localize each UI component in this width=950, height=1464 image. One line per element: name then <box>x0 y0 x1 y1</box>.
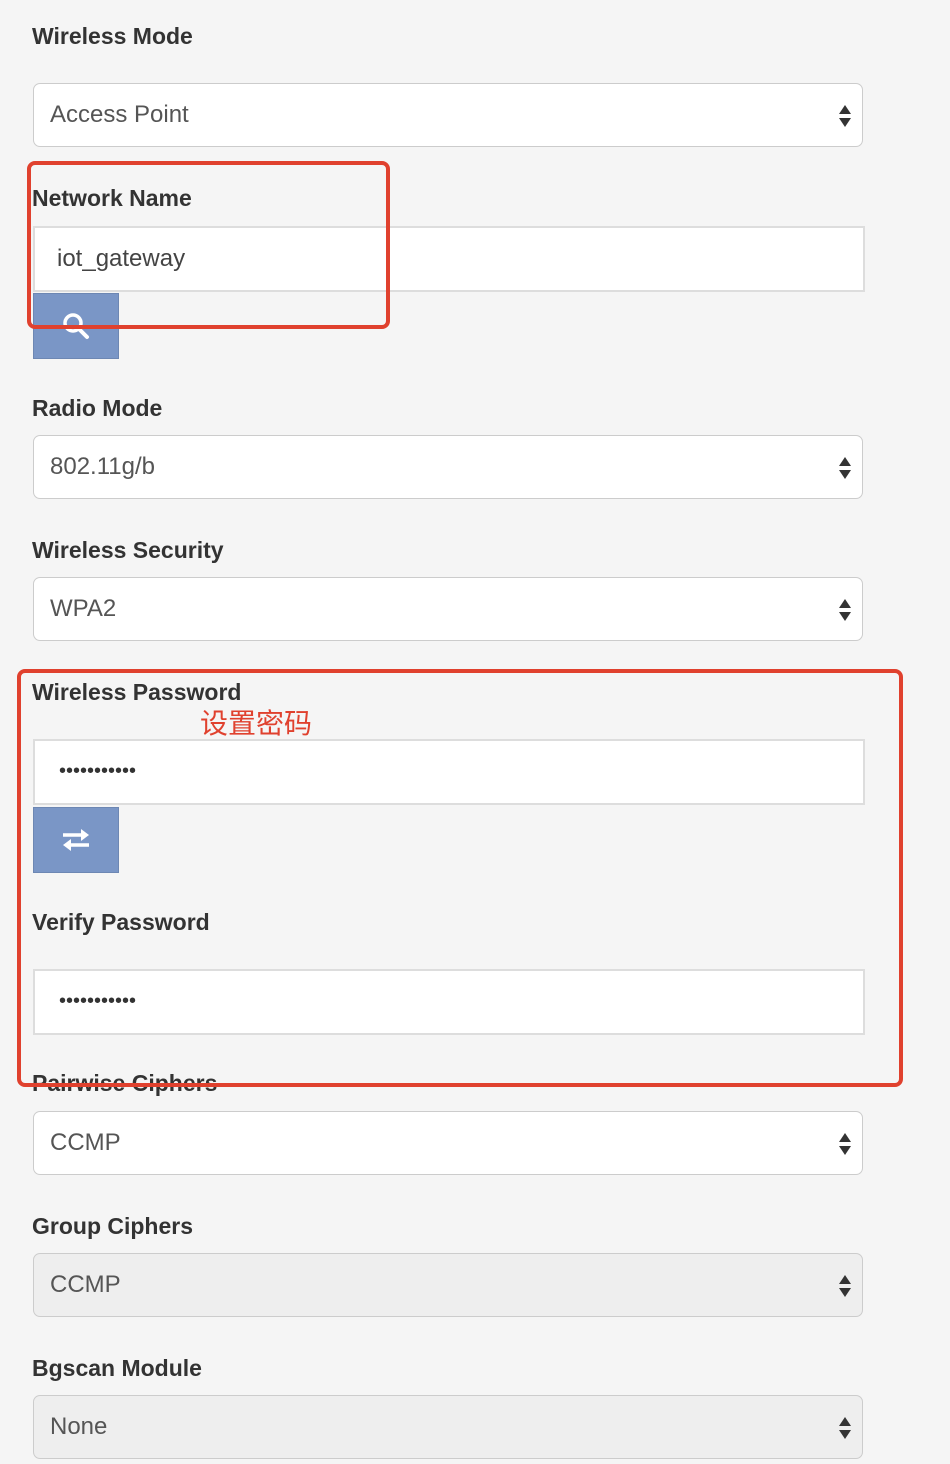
pairwise-ciphers-select[interactable]: CCMP <box>33 1111 863 1175</box>
wireless-security-label: Wireless Security <box>32 537 224 563</box>
wireless-password-masked-value: ••••••••••• <box>59 760 137 782</box>
radio-mode-label: Radio Mode <box>32 395 163 421</box>
bgscan-module-select[interactable]: None <box>33 1395 863 1459</box>
select-arrows-icon <box>838 104 852 128</box>
select-arrows-icon <box>838 598 852 622</box>
verify-password-label: Verify Password <box>32 909 210 935</box>
select-arrows-icon <box>838 456 852 480</box>
wireless-mode-select[interactable]: Access Point <box>33 83 863 147</box>
password-visibility-toggle-button[interactable] <box>33 807 119 873</box>
search-icon <box>63 313 89 339</box>
group-ciphers-selected-value: CCMP <box>50 1271 121 1298</box>
bgscan-module-selected-value: None <box>50 1413 108 1440</box>
pairwise-ciphers-selected-value: CCMP <box>50 1129 121 1156</box>
wireless-password-label: Wireless Password <box>32 679 242 705</box>
password-annotation-note: 设置密码 <box>200 707 313 740</box>
radio-mode-select[interactable]: 802.11g/b <box>33 435 863 499</box>
select-arrows-icon <box>838 1274 852 1298</box>
network-name-label: Network Name <box>32 185 192 211</box>
wireless-mode-label: Wireless Mode <box>32 23 193 49</box>
network-name-input[interactable]: iot_gateway <box>33 226 865 292</box>
wireless-security-selected-value: WPA2 <box>50 595 117 622</box>
radio-mode-selected-value: 802.11g/b <box>50 453 155 480</box>
network-name-value: iot_gateway <box>57 245 186 272</box>
group-ciphers-select[interactable]: CCMP <box>33 1253 863 1317</box>
select-arrows-icon <box>838 1416 852 1440</box>
verify-password-masked-value: ••••••••••• <box>59 990 137 1012</box>
wireless-password-input[interactable]: ••••••••••• <box>33 739 865 805</box>
swap-arrows-icon <box>63 829 89 851</box>
group-ciphers-label: Group Ciphers <box>32 1213 194 1239</box>
network-scan-button[interactable] <box>33 293 119 359</box>
select-arrows-icon <box>838 1132 852 1156</box>
wireless-security-select[interactable]: WPA2 <box>33 577 863 641</box>
pairwise-ciphers-label: Pairwise Ciphers <box>32 1070 218 1096</box>
bgscan-module-label: Bgscan Module <box>32 1355 202 1381</box>
verify-password-input[interactable]: ••••••••••• <box>33 969 865 1035</box>
wireless-mode-selected-value: Access Point <box>50 101 189 128</box>
